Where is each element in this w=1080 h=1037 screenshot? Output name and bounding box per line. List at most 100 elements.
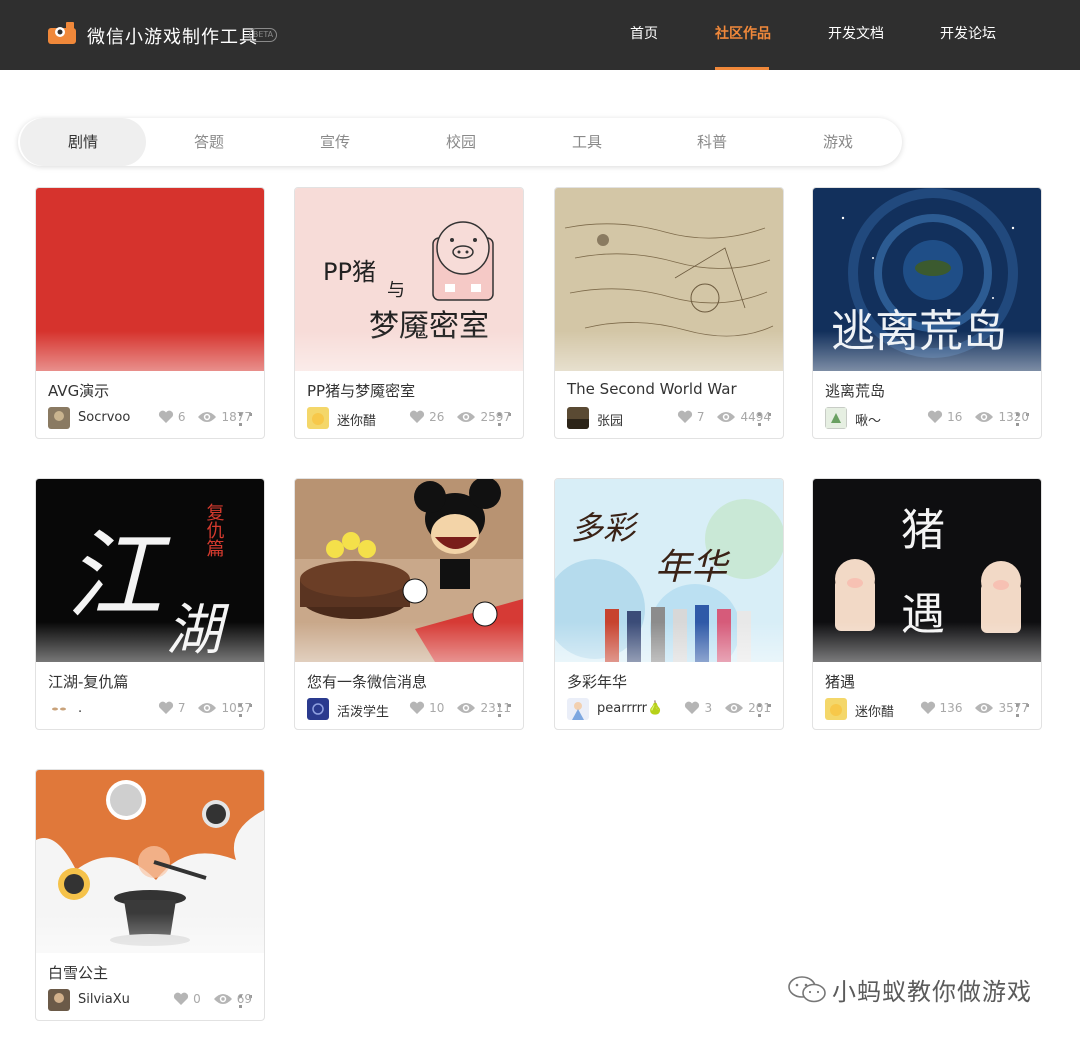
like-count: 3 <box>704 701 713 715</box>
tab-tools[interactable]: 工具 <box>524 118 650 166</box>
cover-image: PP猪 与 梦魇密室 <box>295 188 523 371</box>
nav-home[interactable]: 首页 <box>630 23 658 43</box>
cover-image <box>36 770 264 953</box>
cover-text: 猪 <box>901 505 945 556</box>
work-stats: 7 4494 <box>677 410 771 424</box>
view-count: 2597 <box>480 410 511 424</box>
cover-image <box>295 479 523 662</box>
tab-promotion[interactable]: 宣传 <box>272 118 398 166</box>
avatar <box>307 698 329 720</box>
work-title: 白雪公主 <box>48 964 109 982</box>
watermark-text: 小蚂蚁教你做游戏 <box>832 978 1032 1006</box>
avatar <box>567 698 589 720</box>
like-count: 7 <box>177 701 186 715</box>
work-title: 您有一条微信消息 <box>307 673 428 691</box>
like-count: 136 <box>939 701 963 715</box>
view-count: 69 <box>236 992 252 1006</box>
cover-image: 猪 遇 <box>813 479 1041 662</box>
heart-icon[interactable] <box>158 410 174 424</box>
author-name: 活泼学生 <box>337 705 390 720</box>
view-count: 4494 <box>740 410 771 424</box>
nav-dev-docs[interactable]: 开发文档 <box>828 23 884 43</box>
author-name: SilviaXu <box>78 992 130 1007</box>
heart-icon[interactable] <box>409 701 425 715</box>
heart-icon[interactable] <box>158 701 174 715</box>
beta-badge: BETA <box>249 28 277 42</box>
eye-icon <box>725 703 744 713</box>
avatar <box>48 989 70 1011</box>
view-count: 1877 <box>221 410 252 424</box>
cover-image: 多彩 年华 <box>555 479 783 662</box>
like-count: 26 <box>429 410 445 424</box>
top-navigation-bar: 微信小游戏制作工具 BETA 首页 社区作品 开发文档 开发论坛 <box>0 0 1080 70</box>
work-stats: 0 69 <box>173 992 252 1006</box>
view-count: 3577 <box>998 701 1029 715</box>
work-card[interactable]: 您有一条微信消息 活泼学生 10 2311 <box>294 478 524 730</box>
nav-dev-forum[interactable]: 开发论坛 <box>940 23 996 43</box>
author-name: pearrrrr🍐 <box>597 701 664 716</box>
avatar <box>567 407 589 429</box>
eye-icon <box>457 412 476 422</box>
cover-image <box>555 188 783 371</box>
work-card[interactable]: 猪 遇 猪遇 迷你醋 136 3577 <box>812 478 1042 730</box>
app-title: 微信小游戏制作工具 <box>87 27 258 48</box>
work-title: AVG演示 <box>48 382 110 400</box>
work-stats: 10 2311 <box>409 701 511 715</box>
work-title: The Second World War <box>567 380 737 398</box>
author-name: . <box>78 701 83 716</box>
view-count: 1320 <box>998 410 1029 424</box>
heart-icon[interactable] <box>684 701 700 715</box>
tab-science[interactable]: 科普 <box>649 118 775 166</box>
work-title: 多彩年华 <box>567 673 628 691</box>
work-card[interactable]: AVG演示 Socrvoo 6 1877 <box>35 187 265 439</box>
work-stats: 7 1057 <box>158 701 252 715</box>
cover-text: 复仇篇 <box>204 503 225 557</box>
eye-icon <box>198 412 217 422</box>
eye-icon <box>717 412 736 422</box>
logo-icon <box>48 22 76 44</box>
eye-icon <box>213 994 232 1004</box>
cover-image: 江 湖 复仇篇 <box>36 479 264 662</box>
heart-icon[interactable] <box>920 701 936 715</box>
work-card[interactable]: PP猪 与 梦魇密室 PP猪与梦魇密室 迷你醋 26 2597 <box>294 187 524 439</box>
work-stats: 6 1877 <box>158 410 252 424</box>
view-count: 201 <box>748 701 771 715</box>
work-card[interactable]: 白雪公主 SilviaXu 0 69 <box>35 769 265 1021</box>
work-card[interactable]: 多彩 年华 多彩年华 pearrrrr🍐 3 201 <box>554 478 784 730</box>
eye-icon <box>975 703 994 713</box>
heart-icon[interactable] <box>677 410 693 424</box>
like-count: 7 <box>696 410 705 424</box>
heart-icon[interactable] <box>927 410 943 424</box>
author-name: 迷你醋 <box>337 414 377 429</box>
like-count: 16 <box>947 410 963 424</box>
avatar <box>307 407 329 429</box>
heart-icon[interactable] <box>173 992 189 1006</box>
wechat-icon <box>788 976 826 1003</box>
avatar <box>825 407 847 429</box>
work-card[interactable]: 逃离荒岛 逃离荒岛 啾～ 16 1320 <box>812 187 1042 439</box>
work-card[interactable]: 江 湖 复仇篇 江湖-复仇篇 . 7 1057 <box>35 478 265 730</box>
cover-text: 与 <box>387 280 405 301</box>
view-count: 2311 <box>480 701 511 715</box>
heart-icon[interactable] <box>409 410 425 424</box>
work-stats: 16 1320 <box>927 410 1029 424</box>
category-tab-bar: 剧情 答题 宣传 校园 工具 科普 游戏 <box>18 118 902 166</box>
cover-text: PP猪 <box>323 258 376 286</box>
tab-quiz[interactable]: 答题 <box>146 118 272 166</box>
author-name: 张园 <box>597 414 624 429</box>
nav-community-works[interactable]: 社区作品 <box>715 23 771 43</box>
tab-campus[interactable]: 校园 <box>398 118 524 166</box>
author-name: Socrvoo <box>78 410 131 425</box>
work-stats: 3 201 <box>684 701 771 715</box>
work-stats: 136 3577 <box>920 701 1029 715</box>
work-card[interactable]: The Second World War 张园 7 4494 <box>554 187 784 439</box>
avatar <box>48 407 70 429</box>
eye-icon <box>457 703 476 713</box>
work-title: 猪遇 <box>825 673 856 691</box>
view-count: 1057 <box>221 701 252 715</box>
eye-icon <box>198 703 217 713</box>
tab-games[interactable]: 游戏 <box>775 118 901 166</box>
work-title: 江湖-复仇篇 <box>48 673 129 691</box>
eye-icon <box>975 412 994 422</box>
tab-story[interactable]: 剧情 <box>20 118 146 166</box>
